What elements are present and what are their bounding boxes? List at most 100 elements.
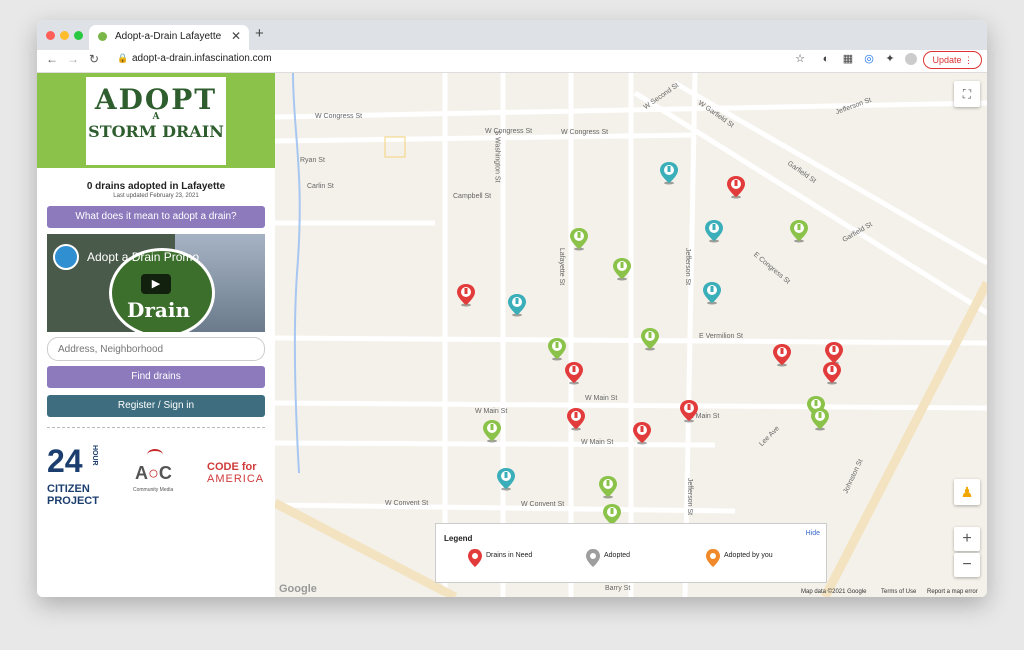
drain-marker[interactable] [483, 419, 501, 443]
drain-marker[interactable] [790, 219, 808, 243]
legend-by-you: Adopted by you [724, 552, 773, 559]
drain-marker[interactable] [727, 175, 745, 199]
adopted-marker-icon [586, 549, 600, 567]
street-label: E Vermilion St [699, 333, 743, 340]
citizen-line1: CITIZEN [47, 483, 90, 495]
citizen-hour: HOUR [91, 445, 98, 466]
need-marker-icon [468, 549, 482, 567]
qr-extension-icon[interactable]: ▦ [842, 53, 854, 65]
browser-window: Adopt-a-Drain Lafayette ✕ + ← → ↻ 🔒 adop… [37, 20, 987, 597]
street-label: Ryan St [300, 157, 325, 164]
last-updated: Last updated February 23, 2021 [113, 193, 199, 199]
drain-marker[interactable] [457, 283, 475, 307]
zoom-out-button[interactable]: − [954, 553, 980, 577]
drain-marker[interactable] [613, 257, 631, 281]
legend-need: Drains in Need [486, 552, 533, 559]
terms-of-use-link[interactable]: Terms of Use [881, 589, 916, 595]
page-content: ADOPT A STORM DRAIN 0 drains adopted in … [37, 73, 987, 597]
browser-toolbar: ← → ↻ 🔒 adopt-a-drain.infascination.com … [37, 50, 987, 73]
forward-icon[interactable]: → [67, 52, 79, 66]
back-icon[interactable]: ← [46, 52, 58, 66]
tab-strip: Adopt-a-Drain Lafayette ✕ + [37, 20, 987, 50]
code-line2: AMERICA [207, 473, 265, 485]
street-label: W Congress St [561, 129, 609, 136]
map[interactable]: W Congress St W Congress St W Congress S… [275, 73, 987, 597]
wifi-icon [147, 449, 163, 461]
play-icon[interactable]: ▶ [141, 274, 171, 294]
update-button[interactable]: Update ⋮ [923, 51, 982, 69]
code-line1: CODE for [207, 461, 257, 473]
update-label: Update [932, 55, 962, 65]
street-label: Lafayette St [558, 247, 566, 286]
map-legend: Legend Hide Drains in Need Adopted Adopt… [435, 523, 827, 583]
citizen-24: 24 [47, 443, 83, 479]
drain-marker[interactable] [703, 281, 721, 305]
address-search[interactable] [47, 337, 265, 361]
close-tab-icon[interactable]: ✕ [231, 29, 241, 43]
puzzle-icon[interactable]: ✦ [884, 53, 896, 65]
video-overlay-text: Drain [127, 298, 190, 322]
street-label: W Convent St [385, 500, 429, 507]
street-label: W Congress St [485, 128, 533, 135]
profile-avatar[interactable] [905, 53, 917, 65]
street-label: W Convent St [521, 501, 565, 508]
close-window-button[interactable] [46, 31, 55, 40]
address-input[interactable] [48, 338, 264, 360]
drain-marker[interactable] [508, 293, 526, 317]
drain-marker[interactable] [570, 227, 588, 251]
street-label: W Main St [475, 408, 508, 415]
minimize-window-button[interactable] [60, 31, 69, 40]
drain-marker[interactable] [567, 407, 585, 431]
promo-video[interactable]: Adopt a Drain Promo Drain ▶ [47, 234, 265, 332]
code-for-america-logo[interactable]: CODE for AMERICA [207, 461, 267, 491]
drop-favicon-icon [98, 32, 107, 41]
street-label: S Washington St [493, 130, 501, 183]
google-logo: Google [279, 583, 317, 595]
24-hour-citizen-project-logo[interactable]: 24 HOUR CITIZEN PROJECT [47, 443, 109, 513]
citizen-line2: PROJECT [47, 495, 99, 507]
drain-marker[interactable] [633, 421, 651, 445]
map-streets [275, 73, 987, 597]
extension-icon[interactable]: ◐ [820, 53, 832, 65]
drain-marker[interactable] [660, 161, 678, 185]
find-drains-button[interactable]: Find drains [47, 366, 265, 388]
lock-icon: 🔒 [117, 53, 129, 63]
zoom-window-button[interactable] [74, 31, 83, 40]
what-does-it-mean-button[interactable]: What does it mean to adopt a drain? [47, 206, 265, 228]
tab-title: Adopt-a-Drain Lafayette [115, 31, 222, 42]
register-sign-in-button[interactable]: Register / Sign in [47, 395, 265, 417]
street-label: Carlin St [307, 183, 334, 190]
address-bar[interactable]: adopt-a-drain.infascination.com [132, 53, 272, 64]
legend-hide-link[interactable]: Hide [806, 530, 820, 537]
drain-marker[interactable] [823, 361, 841, 385]
report-map-error-link[interactable]: Report a map error [927, 589, 978, 595]
fullscreen-button[interactable]: ⛶ [954, 81, 980, 107]
street-view-pegman-icon[interactable]: ♟ [954, 479, 980, 505]
street-label: Barry St [605, 585, 631, 592]
new-tab-button[interactable]: + [255, 25, 264, 42]
drain-marker[interactable] [548, 337, 566, 361]
drain-marker[interactable] [599, 475, 617, 499]
street-label: Jefferson St [684, 247, 692, 286]
drain-marker[interactable] [565, 361, 583, 385]
street-label: W Main St [585, 395, 618, 402]
ring-extension-icon[interactable]: ◎ [863, 53, 875, 65]
drain-marker[interactable] [497, 467, 515, 491]
reload-icon[interactable]: ↻ [89, 52, 99, 66]
video-title: Adopt a Drain Promo [87, 250, 200, 264]
browser-tab[interactable]: Adopt-a-Drain Lafayette ✕ [89, 25, 249, 50]
zoom-in-button[interactable]: + [954, 527, 980, 551]
aoc-label: Community Media [133, 487, 174, 493]
street-label: Jefferson St [686, 477, 694, 516]
legend-title: Legend [444, 534, 473, 543]
drain-marker[interactable] [641, 327, 659, 351]
bookmark-star-icon[interactable]: ☆ [794, 53, 806, 65]
drain-marker[interactable] [811, 407, 829, 431]
drain-marker[interactable] [705, 219, 723, 243]
map-data-credit: Map data ©2021 Google [801, 589, 867, 595]
adopt-a-drain-logo[interactable]: ADOPT A STORM DRAIN [86, 77, 226, 165]
aoc-letters: A○C [135, 463, 172, 483]
drain-marker[interactable] [680, 399, 698, 423]
aoc-community-media-logo[interactable]: A○C Community Media [133, 449, 179, 499]
drain-marker[interactable] [773, 343, 791, 367]
